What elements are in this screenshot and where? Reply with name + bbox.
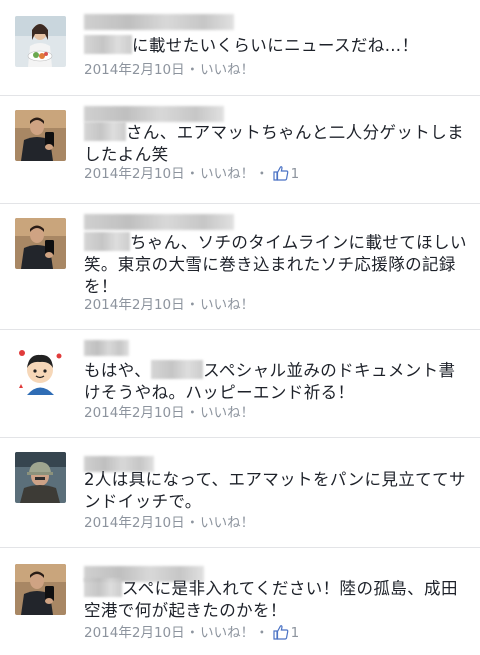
avatar[interactable]: [15, 110, 66, 161]
comment-item: に載せたいくらいにニュースだね…！ 2014年2月10日・いいね！: [0, 0, 480, 96]
commenter-name-redacted[interactable]: [84, 106, 224, 122]
comment-text: スペに是非入れてください！陸の孤島、成田空港で何が起きたのかを！: [84, 578, 458, 620]
avatar-man-selfie-icon: [15, 218, 66, 269]
thumbs-up-icon[interactable]: [273, 624, 289, 640]
redacted-text: [151, 360, 204, 379]
avatar-cartoon-boy-icon: [15, 344, 66, 395]
comment-text: ちゃん、ソチのタイムラインに載せてほしい笑。東京の大雪に巻き込まれたソチ応援隊の…: [84, 232, 467, 296]
comment-text: に載せたいくらいにニュースだね…！: [84, 35, 468, 57]
comment-item: ちゃん、ソチのタイムラインに載せてほしい笑。東京の大雪に巻き込まれたソチ応援隊の…: [0, 204, 480, 330]
comment-meta: 2014年2月10日・いいね！: [84, 405, 255, 421]
comment-meta: 2014年2月10日・いいね！: [84, 297, 255, 313]
avatar[interactable]: [15, 452, 66, 503]
comment-item: スペに是非入れてください！陸の孤島、成田空港で何が起きたのかを！ 2014年2月…: [0, 548, 480, 655]
like-count[interactable]: 1: [291, 625, 300, 641]
timestamp[interactable]: 2014年2月10日: [84, 166, 185, 182]
comment-item: さん、エアマットちゃんと二人分ゲットしましたよん笑 2014年2月10日・いいね…: [0, 96, 480, 204]
comment-meta: 2014年2月10日・いいね！・ 1: [84, 165, 300, 182]
like-link[interactable]: いいね！: [200, 62, 254, 78]
like-link[interactable]: いいね！: [200, 166, 254, 182]
comment-item: 2人は具になって、エアマットをパンに見立ててサンドイッチで。 2014年2月10…: [0, 438, 480, 548]
redacted-text: [84, 35, 132, 54]
timestamp[interactable]: 2014年2月10日: [84, 625, 185, 641]
like-link[interactable]: いいね！: [200, 297, 254, 313]
like-link[interactable]: いいね！: [200, 625, 254, 641]
redacted-text: [84, 578, 122, 597]
timestamp[interactable]: 2014年2月10日: [84, 405, 185, 421]
commenter-name-redacted[interactable]: [84, 340, 129, 356]
avatar[interactable]: [15, 16, 66, 67]
comment-item: もはや、 スペシャル並みのドキュメント書けそうやね。ハッピーエンド祈る！ 2014…: [0, 330, 480, 438]
comment-meta: 2014年2月10日・いいね！: [84, 515, 255, 531]
avatar-man-selfie-icon: [15, 564, 66, 615]
comment-list: に載せたいくらいにニュースだね…！ 2014年2月10日・いいね！ さん、エアマ…: [0, 0, 480, 655]
thumbs-up-icon[interactable]: [273, 165, 289, 181]
comment-meta: 2014年2月10日・いいね！: [84, 62, 255, 78]
comment-text: 2人は具になって、エアマットをパンに見立ててサンドイッチで。: [84, 470, 466, 511]
like-count[interactable]: 1: [291, 166, 300, 182]
like-link[interactable]: いいね！: [200, 405, 254, 421]
avatar-woman-with-food-icon: [15, 16, 66, 67]
timestamp[interactable]: 2014年2月10日: [84, 297, 185, 313]
avatar-man-selfie-icon: [15, 110, 66, 161]
avatar-man-with-cap-icon: [15, 452, 66, 503]
avatar[interactable]: [15, 218, 66, 269]
redacted-text: [84, 122, 126, 141]
comment-text: さん、エアマットちゃんと二人分ゲットしましたよん笑: [84, 122, 464, 164]
avatar[interactable]: [15, 344, 66, 395]
timestamp[interactable]: 2014年2月10日: [84, 62, 185, 78]
timestamp[interactable]: 2014年2月10日: [84, 515, 185, 531]
redacted-text: [84, 232, 130, 251]
comment-text: もはや、 スペシャル並みのドキュメント書けそうやね。ハッピーエンド祈る！: [84, 360, 456, 402]
commenter-name-redacted[interactable]: [84, 14, 234, 30]
comment-meta: 2014年2月10日・いいね！・ 1: [84, 624, 300, 641]
avatar[interactable]: [15, 564, 66, 615]
like-link[interactable]: いいね！: [200, 515, 254, 531]
commenter-name-redacted[interactable]: [84, 214, 234, 230]
